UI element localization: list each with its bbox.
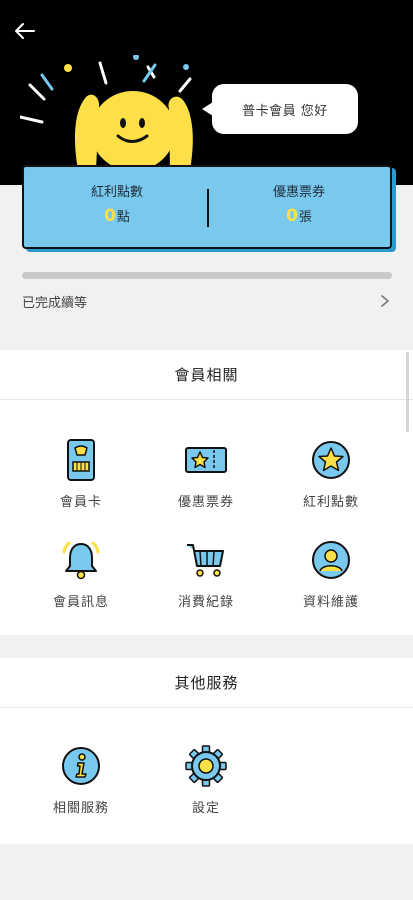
bell-icon (62, 541, 100, 580)
level-status-text: 已完成續等 (22, 296, 88, 311)
tile-bonus-points[interactable]: 紅利點數 (281, 438, 381, 518)
tile-purchase-history[interactable]: 消費紀錄 (156, 538, 256, 618)
tile-member-messages[interactable]: 會員訊息 (31, 538, 131, 618)
tile-label: 紅利點數 (302, 495, 359, 510)
info-icon (62, 747, 100, 785)
level-status-row[interactable]: 已完成續等 (22, 292, 392, 314)
tile-related-services[interactable]: 相關服務 (31, 744, 131, 824)
coupon-number: 0 (286, 206, 298, 226)
coupon-unit: 張 (298, 210, 312, 225)
gear-icon (185, 745, 227, 787)
greeting-bubble: 普卡會員 您好 (202, 84, 358, 134)
member-card-icon (67, 439, 95, 481)
tile-label: 優惠票券 (177, 495, 234, 510)
hero-header: 普卡會員 您好 紅利點數 0點 優惠票券 0張 已完成續等 (0, 0, 413, 311)
tile-profile-maintenance[interactable]: 資料維護 (281, 538, 381, 618)
other-services-section: 其他服務 相關服務 設定 (0, 658, 413, 844)
user-profile-icon (312, 541, 350, 579)
bonus-points-number: 0 (104, 206, 116, 226)
tile-label: 會員卡 (59, 495, 102, 510)
scrollbar[interactable] (406, 352, 409, 432)
chevron-right-icon (381, 295, 389, 307)
coupon-summary[interactable]: 優惠票券 0張 (224, 181, 374, 226)
member-section: 會員相關 會員卡 優惠票券 紅利點數 會員訊息 消費紀錄 資料維護 (0, 350, 413, 635)
cart-icon (187, 544, 224, 577)
level-progress-bar (22, 272, 392, 279)
member-section-title: 會員相關 (0, 350, 413, 400)
ticket-icon (185, 447, 227, 473)
bonus-points-unit: 點 (116, 210, 130, 225)
tile-settings[interactable]: 設定 (156, 744, 256, 824)
greeting-text: 普卡會員 您好 (242, 103, 328, 119)
coupon-value: 0張 (224, 206, 374, 226)
other-section-title: 其他服務 (0, 658, 413, 708)
tile-label: 設定 (191, 801, 220, 816)
tile-label: 消費紀錄 (177, 595, 234, 610)
tile-member-card[interactable]: 會員卡 (31, 438, 131, 518)
tile-coupons[interactable]: 優惠票券 (156, 438, 256, 518)
bonus-points-label: 紅利點數 (90, 185, 143, 200)
tile-label: 資料維護 (302, 595, 359, 610)
points-card: 紅利點數 0點 優惠票券 0張 (22, 165, 392, 249)
star-coin-icon (312, 441, 350, 479)
points-divider (207, 189, 209, 227)
bonus-points-value: 0點 (42, 206, 192, 226)
tile-label: 相關服務 (52, 801, 109, 816)
bonus-points-summary[interactable]: 紅利點數 0點 (42, 181, 192, 226)
coupon-label: 優惠票券 (272, 185, 325, 200)
mascot-illustration (20, 55, 193, 170)
arrow-left-icon[interactable] (12, 18, 38, 44)
tile-label: 會員訊息 (52, 595, 109, 610)
